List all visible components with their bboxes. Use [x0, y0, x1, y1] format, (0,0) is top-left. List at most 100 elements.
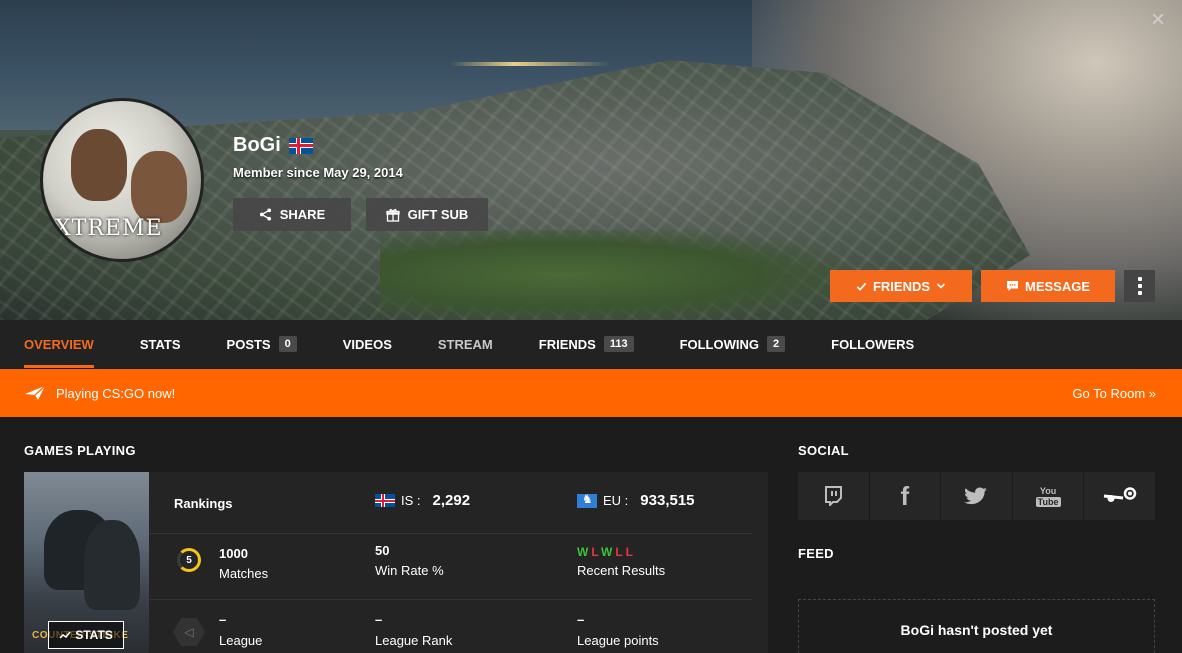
facebook-icon: f — [900, 480, 910, 511]
game-stats-button[interactable]: STATS — [48, 621, 124, 649]
tab-label: POSTS — [226, 336, 271, 352]
league-badge-icon: ◁ — [173, 618, 205, 646]
feed-title: FEED — [798, 546, 834, 561]
recent-results-label: Recent Results — [577, 563, 666, 578]
tab-stats[interactable]: STATS — [140, 320, 181, 368]
league-row: ◁ – League – League Rank – League points — [149, 600, 752, 653]
rank-europe-label: EU : — [603, 493, 629, 508]
twitch-icon — [825, 486, 843, 506]
social-title: SOCIAL — [798, 443, 849, 458]
tab-friends[interactable]: FRIENDS 113 — [539, 320, 634, 368]
feed-empty-text: BoGi hasn't posted yet — [900, 622, 1053, 638]
twitter-icon — [964, 487, 988, 505]
share-icon — [259, 208, 271, 221]
game-cover-image[interactable]: COUNTER-STRIKE STATS — [24, 472, 149, 653]
username-row: BoGi — [233, 134, 313, 157]
matches-ring-icon: 5 — [177, 548, 201, 572]
rank-europe: EU : 933,515 — [577, 492, 695, 509]
tab-following[interactable]: FOLLOWING 2 — [680, 320, 786, 368]
league-value: – — [219, 612, 227, 627]
tab-label: OVERVIEW — [24, 336, 94, 352]
now-playing-text: Playing CS:GO now! — [56, 385, 176, 401]
result-loss: L — [625, 545, 637, 559]
recent-results: WLWLL — [577, 543, 636, 561]
tab-videos[interactable]: VIDEOS — [343, 320, 392, 368]
tab-stream[interactable]: STREAM — [438, 320, 493, 368]
cover-figure — [84, 520, 140, 610]
tab-label: VIDEOS — [342, 336, 392, 352]
message-icon — [1006, 281, 1018, 291]
paper-plane-icon — [25, 385, 46, 400]
tab-followers[interactable]: FOLLOWERS — [831, 320, 914, 368]
profile-nav-tabs: OVERVIEW STATS POSTS 0 VIDEOS STREAM FRIE… — [0, 320, 1182, 368]
result-loss: L — [615, 545, 626, 559]
rank-iceland-label: IS : — [401, 493, 421, 508]
matches-label: Matches — [219, 566, 269, 581]
rankings-row: Rankings IS : 2,292 EU : 933,515 — [149, 472, 752, 534]
chart-line-icon — [59, 631, 71, 639]
more-dot-icon — [1137, 291, 1142, 295]
close-icon[interactable]: × — [1146, 8, 1170, 32]
social-links: f You Tube — [798, 472, 1155, 520]
share-button[interactable]: SHARE — [233, 198, 351, 231]
result-loss: L — [591, 545, 601, 559]
banner-grass — [380, 230, 840, 320]
result-win: W — [601, 545, 616, 559]
matches-value: 1000 — [219, 546, 248, 561]
game-card: COUNTER-STRIKE STATS Rankings IS : 2,292… — [24, 472, 768, 653]
share-label: SHARE — [279, 207, 326, 222]
feed-empty-state: BoGi hasn't posted yet — [798, 599, 1155, 653]
rankings-label: Rankings — [174, 496, 233, 511]
friends-count-badge: 113 — [603, 336, 634, 352]
checkmark-icon — [856, 282, 867, 291]
now-playing-status: Playing CS:GO now! — [24, 385, 175, 401]
message-button[interactable]: MESSAGE — [981, 270, 1115, 302]
more-options-button[interactable] — [1124, 270, 1155, 302]
more-dot-icon — [1137, 284, 1142, 288]
result-win: W — [577, 545, 592, 559]
overview-content: GAMES PLAYING COUNTER-STRIKE STATS Ranki… — [0, 417, 1182, 653]
avatar: XTREME — [40, 98, 204, 262]
tab-label: FOLLOWING — [679, 336, 759, 352]
following-count-badge: 2 — [767, 336, 786, 352]
banner-harbor-lights — [450, 62, 610, 66]
youtube-icon-text: You — [1039, 485, 1057, 496]
avatar-logo-text: XTREME — [55, 216, 163, 241]
tab-label: STATS — [139, 336, 181, 352]
friends-button-label: FRIENDS — [872, 278, 931, 294]
gift-sub-button[interactable]: GIFT SUB — [366, 198, 488, 231]
win-rate-label: Win Rate % — [375, 563, 444, 578]
profile-page: × XTREME BoGi Member since May 29, 2014 … — [0, 0, 1182, 653]
iceland-flag-icon — [375, 494, 395, 507]
posts-count-badge: 0 — [278, 336, 297, 352]
now-playing-bar: Playing CS:GO now! Go To Room » — [0, 369, 1182, 417]
twitter-link[interactable] — [941, 472, 1013, 520]
tab-label: FOLLOWERS — [831, 336, 915, 352]
league-label: League — [219, 633, 263, 648]
league-rank-value: – — [375, 612, 383, 627]
gift-icon — [386, 208, 400, 222]
chevron-down-icon — [936, 283, 946, 289]
tab-label: STREAM — [437, 336, 493, 352]
message-button-label: MESSAGE — [1024, 278, 1090, 294]
more-dot-icon — [1137, 277, 1142, 281]
twitch-link[interactable] — [798, 472, 870, 520]
games-playing-title: GAMES PLAYING — [24, 443, 136, 458]
youtube-tube-icon: Tube — [1035, 496, 1061, 507]
tab-posts[interactable]: POSTS 0 — [227, 320, 297, 368]
win-rate-value: 50 — [375, 543, 390, 558]
facebook-link[interactable]: f — [870, 472, 942, 520]
rank-europe-value: 933,515 — [640, 492, 695, 509]
friends-button[interactable]: FRIENDS — [830, 270, 972, 302]
stats-button-label: STATS — [75, 628, 113, 642]
member-since: Member since May 29, 2014 — [233, 165, 403, 180]
tab-overview[interactable]: OVERVIEW — [24, 320, 94, 368]
youtube-link[interactable]: You Tube — [1013, 472, 1085, 520]
rank-iceland-value: 2,292 — [432, 492, 471, 509]
match-stats-row: 5 1000 Matches 50 Win Rate % WLWLL Recen… — [149, 534, 752, 600]
go-to-room-link[interactable]: Go To Room » — [1072, 386, 1156, 401]
tab-label: FRIENDS — [538, 336, 596, 352]
steam-link[interactable] — [1084, 472, 1155, 520]
gift-sub-label: GIFT SUB — [407, 207, 469, 222]
league-rank-label: League Rank — [375, 633, 453, 648]
